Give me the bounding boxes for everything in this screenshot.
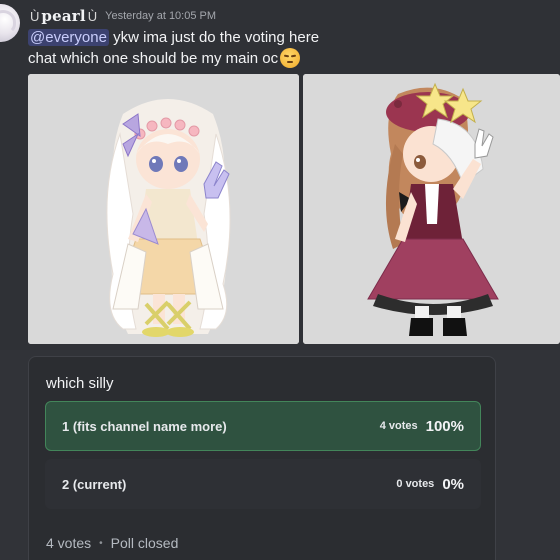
poll-question: which silly: [46, 375, 114, 392]
everyone-mention[interactable]: @everyone: [28, 29, 109, 46]
poll-answer-1[interactable]: 1 (fits channel name more) 4 votes 100%: [45, 401, 481, 451]
message-timestamp[interactable]: Yesterday at 10:05 PM: [105, 10, 216, 22]
poll-answer-percent: 0%: [442, 475, 464, 493]
poll-footer: 4 votes • Poll closed: [46, 535, 178, 551]
message-text-1: ykw ima just do the voting here: [108, 29, 320, 46]
poll-answer-2[interactable]: 2 (current) 0 votes 0%: [45, 459, 481, 509]
poll-answer-label: 1 (fits channel name more): [62, 418, 227, 434]
poll-answer-votes: 0 votes: [396, 478, 435, 490]
relieved-face-icon[interactable]: [280, 48, 301, 68]
poll-status: Poll closed: [110, 535, 179, 551]
separator-dot: •: [99, 537, 103, 549]
poll-answer-votes: 4 votes: [379, 420, 418, 432]
message-content: @everyone ykw ima just do the voting her…: [28, 28, 548, 69]
message-header: Ù pearl Ù Yesterday at 10:05 PM: [30, 6, 216, 26]
poll-answer-label: 2 (current): [62, 476, 127, 492]
username-wrap[interactable]: Ù pearl Ù: [30, 7, 97, 25]
poll-card: which silly 1 (fits channel name more) 4…: [28, 356, 496, 560]
discord-chat-view: Ù pearl Ù Yesterday at 10:05 PM @everyon…: [0, 0, 560, 560]
oc-1-image[interactable]: [28, 74, 299, 344]
name-decoration-left-icon: Ù: [30, 8, 40, 24]
user-avatar[interactable]: [0, 4, 20, 42]
name-decoration-right-icon: Ù: [87, 8, 98, 24]
message-line-1: @everyone ykw ima just do the voting her…: [28, 28, 548, 48]
message-text-2: chat which one should be my main oc: [28, 50, 279, 67]
poll-total-votes[interactable]: 4 votes: [46, 535, 91, 551]
message-line-2: chat which one should be my main oc: [28, 48, 548, 69]
poll-answer-percent: 100%: [425, 417, 464, 435]
username[interactable]: pearl: [41, 7, 85, 25]
chat-message: Ù pearl Ù Yesterday at 10:05 PM @everyon…: [0, 0, 560, 350]
oc-2-image[interactable]: [303, 74, 560, 344]
